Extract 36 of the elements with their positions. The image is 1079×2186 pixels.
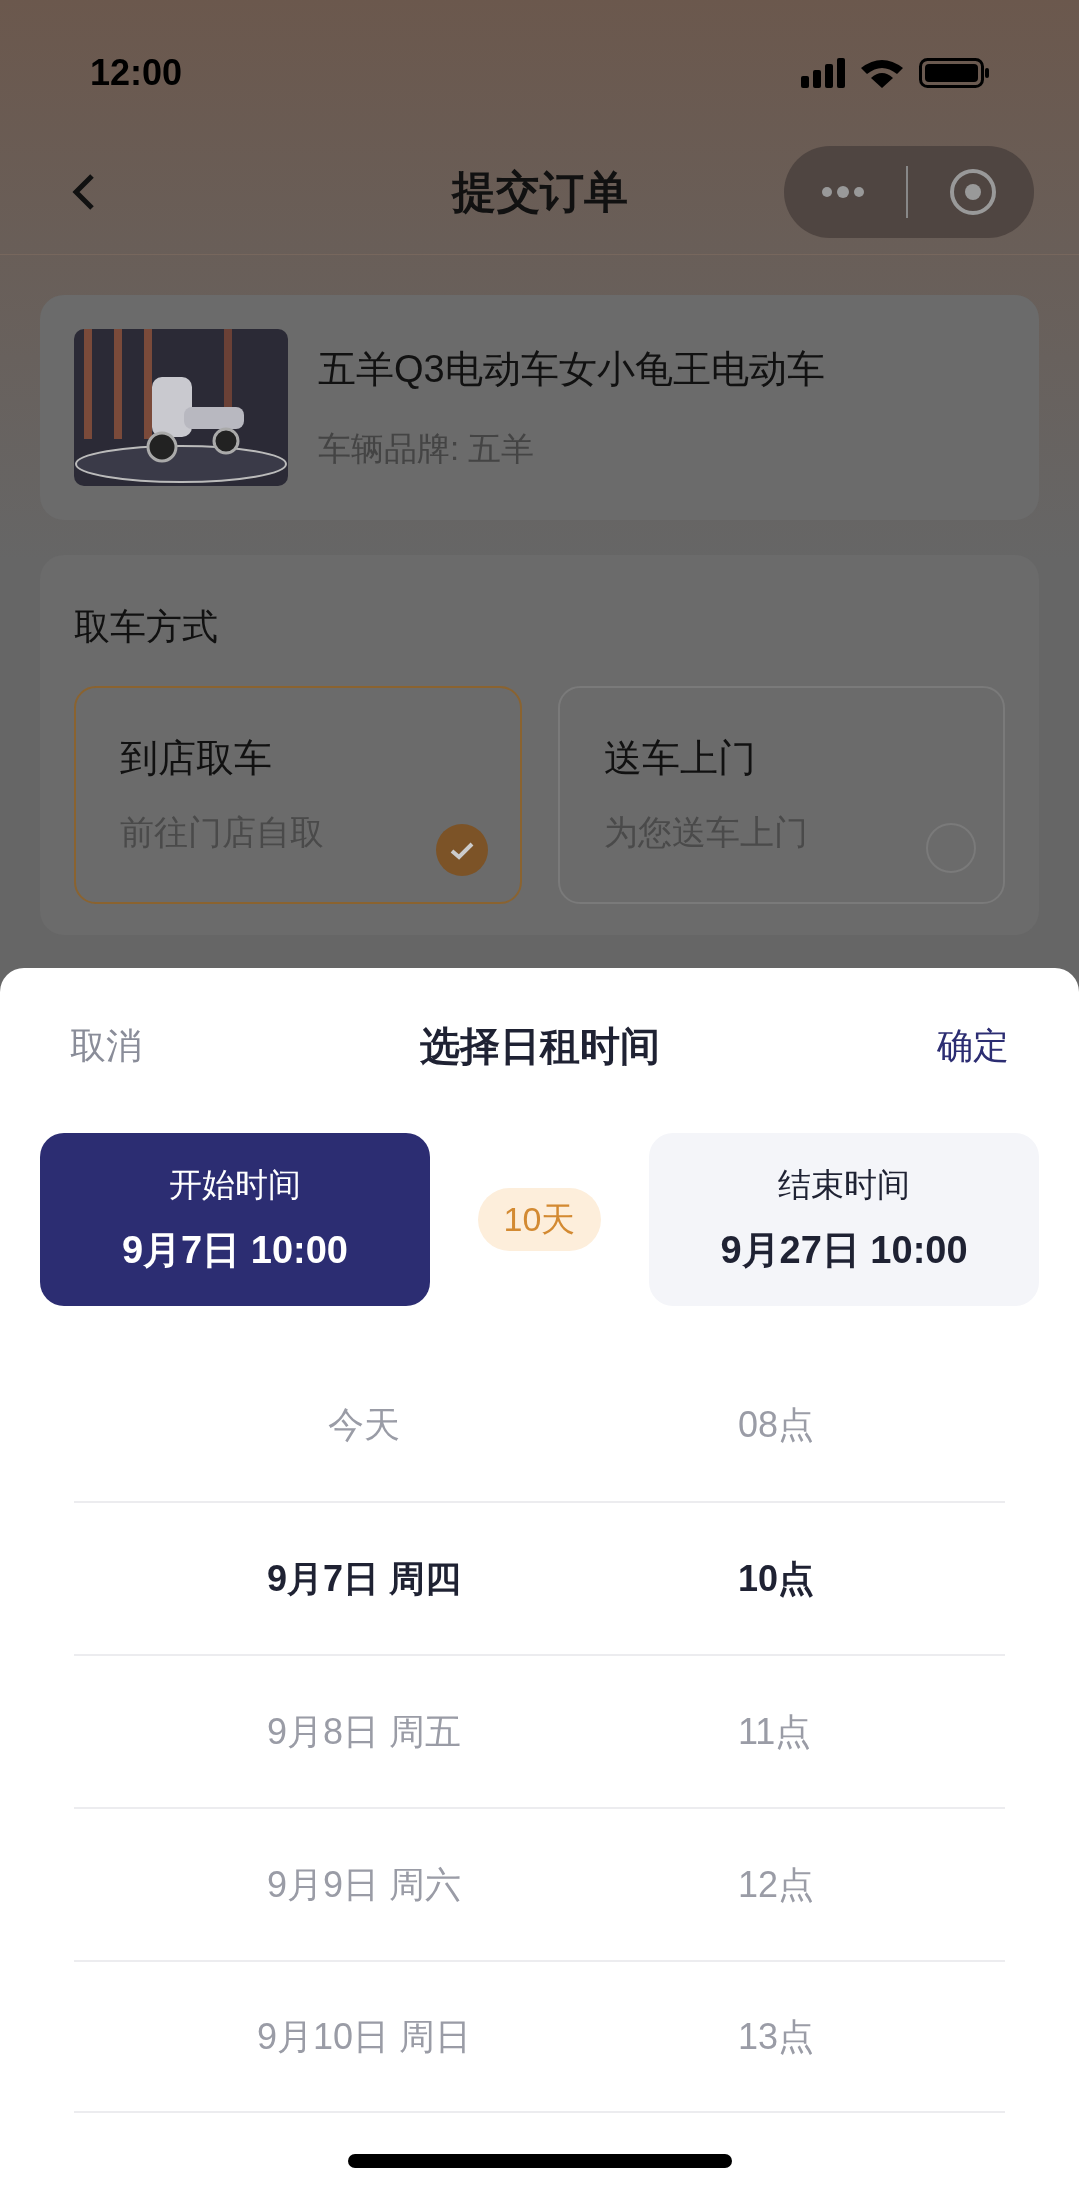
target-icon[interactable] <box>949 168 998 216</box>
cancel-button[interactable]: 取消 <box>70 1018 142 1073</box>
picker-row[interactable]: 9月7日 周四 10点 <box>74 1501 1005 1654</box>
hour-option: 12点 <box>654 1857 815 1912</box>
product-name: 五羊Q3电动车女小龟王电动车 <box>318 347 825 393</box>
start-time-card[interactable]: 开始时间 9月7日 10:00 <box>40 1133 430 1306</box>
confirm-button[interactable]: 确定 <box>937 1018 1009 1073</box>
hour-option: 08点 <box>654 1397 815 1452</box>
time-label: 结束时间 <box>778 1165 910 1206</box>
signal-icon <box>801 58 845 88</box>
end-time-card[interactable]: 结束时间 9月27日 10:00 <box>649 1133 1039 1306</box>
time-value: 9月27日 10:00 <box>720 1227 968 1273</box>
date-option: 9月7日 周四 <box>74 1551 654 1606</box>
page-title: 提交订单 <box>451 166 628 218</box>
more-icon[interactable] <box>820 186 865 198</box>
hour-option: 13点 <box>654 2009 815 2064</box>
picker-row[interactable]: 9月9日 周六 12点 <box>74 1807 1005 1960</box>
picker-row[interactable]: 9月8日 周五 11点 <box>74 1654 1005 1807</box>
picker-row[interactable]: 今天 08点 <box>74 1348 1005 1501</box>
section-title: 取车方式 <box>74 605 219 649</box>
date-option: 9月8日 周五 <box>74 1704 654 1759</box>
time-label: 开始时间 <box>169 1165 301 1206</box>
duration-badge: 10天 <box>477 1188 602 1251</box>
sheet-title: 选择日租时间 <box>419 1022 660 1070</box>
wifi-icon <box>861 58 903 88</box>
time-value: 9月7日 10:00 <box>122 1227 348 1273</box>
check-icon <box>435 824 488 876</box>
hour-option: 10点 <box>654 1551 815 1606</box>
hour-option: 11点 <box>654 1704 812 1759</box>
back-icon[interactable] <box>70 172 96 212</box>
picker-row[interactable]: 9月10日 周日 13点 <box>74 1960 1005 2113</box>
battery-icon <box>919 58 989 88</box>
status-time: 12:00 <box>90 51 183 95</box>
date-option: 9月9日 周六 <box>74 1857 654 1912</box>
date-option: 9月10日 周日 <box>74 2009 654 2064</box>
date-option: 今天 <box>74 1397 654 1452</box>
